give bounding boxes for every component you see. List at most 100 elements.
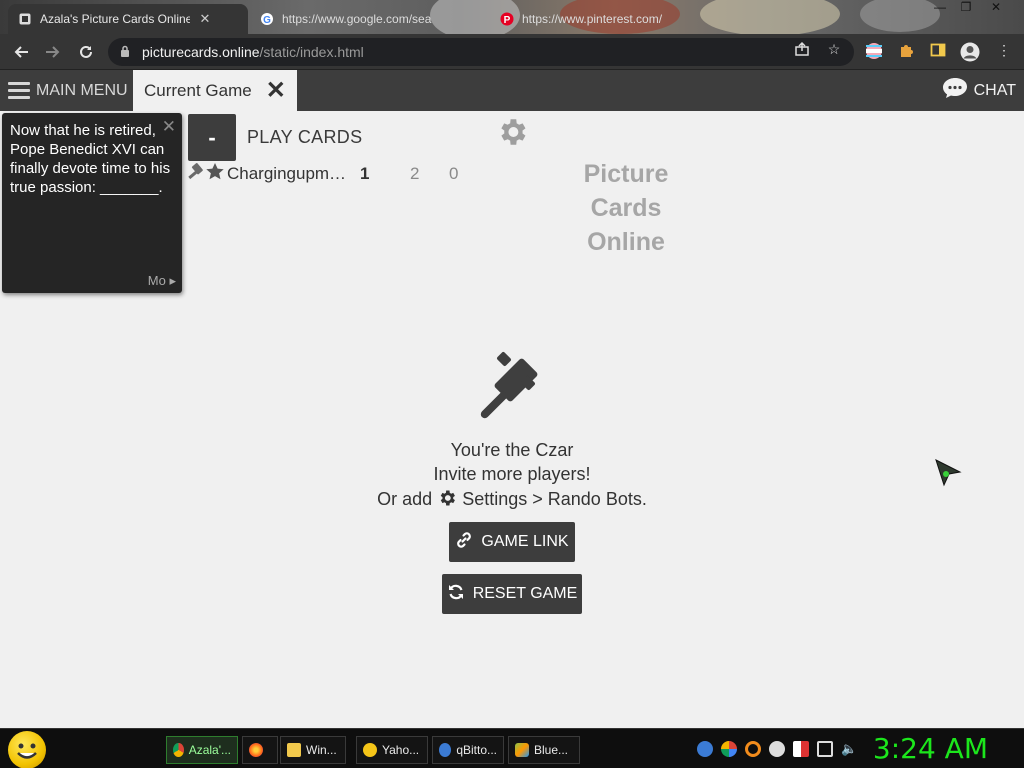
hamburger-icon: [8, 82, 30, 99]
gavel-icon: [472, 350, 552, 430]
refresh-icon: [447, 583, 465, 606]
picture-cards-online-logo: Picture Cards Online: [560, 157, 692, 259]
hint-prefix: Or add: [377, 489, 433, 509]
url-path: /static/index.html: [259, 44, 364, 60]
czar-status-text: You're the Czar: [450, 440, 574, 460]
address-bar[interactable]: picturecards.online/static/index.html: [108, 38, 854, 66]
game-link-label: GAME LINK: [481, 533, 569, 550]
action-center-flag-icon[interactable]: [793, 741, 809, 757]
chat-button[interactable]: CHAT: [942, 70, 1016, 111]
forward-arrow-icon[interactable]: [41, 40, 65, 64]
collapse-button[interactable]: -: [188, 114, 236, 161]
google-favicon-icon: G: [260, 12, 274, 26]
folder-icon: [287, 743, 301, 757]
side-panel-icon[interactable]: [928, 42, 948, 62]
restore-icon[interactable]: ❐: [954, 0, 978, 16]
caret-right-icon: ▸: [169, 273, 176, 288]
account-avatar-icon[interactable]: [960, 42, 980, 62]
taskbar-item-chrome[interactable]: Azala'...: [166, 736, 238, 764]
black-prompt-card[interactable]: Now that he is retired, Pope Benedict XV…: [2, 113, 182, 293]
invite-players-text: Invite more players!: [433, 464, 591, 484]
taskbar-clock[interactable]: 3:24 AM: [873, 732, 988, 765]
tab-close-icon[interactable]: ✕: [198, 11, 212, 27]
player-name: Chargingupm…: [227, 164, 347, 183]
player-row: Chargingupm…: [187, 162, 353, 186]
chat-bubble-icon: [942, 77, 968, 104]
svg-text:G: G: [263, 15, 271, 26]
app-header: MAIN MENU Current Game ✕ CHAT: [0, 70, 1024, 111]
os-taskbar: Azala'... Win... Yaho... qBitto... Blue.…: [0, 728, 1024, 768]
volume-tray-icon[interactable]: 🔈: [841, 741, 857, 757]
play-cards-heading: PLAY CARDS: [247, 127, 363, 147]
network-tray-icon[interactable]: [721, 741, 737, 757]
svg-text:P: P: [504, 15, 511, 26]
reload-icon[interactable]: [74, 40, 98, 64]
player-score-1: 1: [360, 164, 370, 183]
tab-google-search[interactable]: G https://www.google.com/search: [250, 4, 490, 34]
tab-pinterest[interactable]: P https://www.pinterest.com/pin: [490, 4, 690, 34]
chrome-menu-icon[interactable]: ⋮: [994, 42, 1014, 62]
extensions-puzzle-icon[interactable]: [896, 42, 916, 62]
qbittorrent-icon: [439, 743, 452, 757]
main-menu-label: MAIN MENU: [36, 81, 128, 99]
task-label: qBitto...: [456, 743, 497, 757]
browser-toolbar: picturecards.online/static/index.html ☆ …: [0, 34, 1024, 70]
url-domain: picturecards.online: [142, 44, 260, 60]
start-smiley-icon[interactable]: [8, 731, 46, 768]
czar-gavel-star-icon: [187, 162, 227, 187]
card-more-link[interactable]: Mo ▸: [148, 273, 176, 289]
reset-game-label: RESET GAME: [472, 585, 578, 602]
chrome-icon: [173, 743, 184, 757]
reset-game-button[interactable]: RESET GAME: [442, 574, 582, 614]
browser-tab-strip: Azala's Picture Cards Online ✕ G https:/…: [0, 0, 1024, 34]
tab-title: https://www.google.com/search: [282, 12, 432, 26]
main-menu-button[interactable]: MAIN MENU: [0, 70, 132, 111]
bluestacks-icon: [515, 743, 529, 757]
task-label: Blue...: [534, 743, 569, 757]
display-tray-icon[interactable]: [817, 741, 833, 757]
search-tray-icon[interactable]: [745, 741, 761, 757]
current-game-label: Current Game: [144, 80, 252, 100]
taskbar-item-yahoo[interactable]: Yaho...: [356, 736, 428, 764]
taskbar-item-windows-folder[interactable]: Win...: [280, 736, 346, 764]
tab-picture-cards[interactable]: Azala's Picture Cards Online ✕: [8, 4, 248, 34]
task-label: Yaho...: [382, 743, 420, 757]
profile-flag-icon[interactable]: [864, 42, 884, 62]
more-label: Mo: [147, 273, 166, 288]
minimize-icon[interactable]: —: [928, 0, 952, 16]
chat-label: CHAT: [973, 81, 1016, 99]
back-arrow-icon[interactable]: [9, 40, 33, 64]
bookmark-star-icon[interactable]: ☆: [824, 41, 844, 61]
share-icon[interactable]: [792, 41, 812, 61]
task-label: Win...: [306, 743, 337, 757]
tab-current-game[interactable]: Current Game ✕: [133, 70, 297, 111]
logo-line: Online: [587, 228, 665, 256]
settings-cog-icon: [437, 488, 457, 513]
card-prompt-text: Now that he is retired, Pope Benedict XV…: [10, 122, 171, 196]
taskbar-item-bluestacks[interactable]: Blue...: [508, 736, 580, 764]
card-close-icon[interactable]: ✕: [162, 117, 176, 137]
picture-cards-favicon-icon: [18, 12, 32, 26]
taskbar-item-qbittorrent[interactable]: qBitto...: [432, 736, 504, 764]
qbittorrent-tray-icon[interactable]: [697, 741, 713, 757]
link-icon: [455, 531, 473, 554]
rando-bots-hint: Or add Settings > Rando Bots.: [0, 488, 1024, 513]
yahoo-smiley-icon: [363, 743, 377, 757]
settings-gear-icon[interactable]: [495, 115, 529, 149]
logo-line: Picture: [583, 160, 669, 188]
tab-title: https://www.pinterest.com/pin: [522, 12, 662, 26]
firefox-icon: [249, 743, 263, 757]
task-label: Azala'...: [188, 743, 231, 757]
close-window-icon[interactable]: ✕: [984, 0, 1008, 16]
logo-line: Cards: [590, 194, 662, 222]
wallpaper-splash: [700, 0, 840, 34]
mouse-cursor-icon: [934, 458, 962, 493]
taskbar-item-firefox[interactable]: [242, 736, 278, 764]
game-link-button[interactable]: GAME LINK: [449, 522, 575, 562]
lock-icon: [120, 45, 136, 60]
messenger-tray-icon[interactable]: [769, 741, 785, 757]
player-score-3: 0: [449, 164, 459, 183]
player-score-2: 2: [410, 164, 420, 183]
pinterest-favicon-icon: P: [500, 12, 514, 26]
close-tab-icon[interactable]: ✕: [266, 78, 286, 103]
